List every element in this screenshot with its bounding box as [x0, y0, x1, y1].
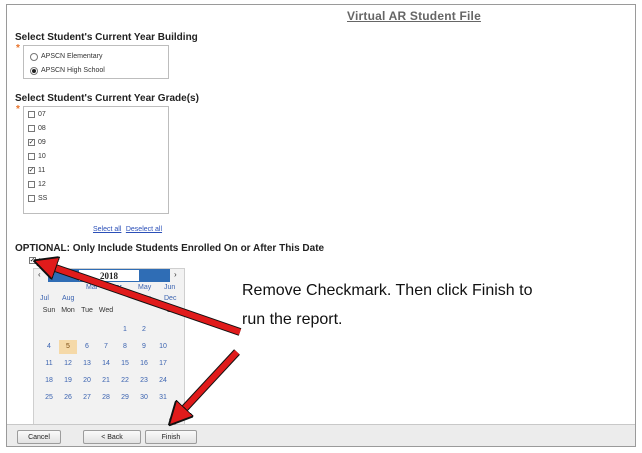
- building-option-label: APSCN Elementary: [41, 53, 103, 60]
- checkbox-icon[interactable]: [28, 181, 35, 188]
- day-cell[interactable]: 13: [78, 360, 96, 367]
- required-star-icon: *: [16, 43, 20, 54]
- day-cell[interactable]: 19: [59, 377, 77, 384]
- day-cell[interactable]: 10: [154, 343, 172, 350]
- grade-label: 11: [38, 167, 46, 174]
- day-cell[interactable]: 6: [78, 343, 96, 350]
- date-calendar: 2018 ‹ › Mar Apr May Jun Jul Aug Nov Dec…: [33, 268, 185, 428]
- deselect-all-link[interactable]: Deselect all: [126, 226, 162, 233]
- day-cell[interactable]: 29: [116, 394, 134, 401]
- weekday-mon: Mon: [61, 307, 75, 314]
- grades-section-label: Select Student's Current Year Grade(s): [15, 93, 199, 104]
- prev-year-icon[interactable]: ‹: [38, 270, 41, 279]
- day-cell[interactable]: 1: [116, 326, 134, 333]
- grade-option-09[interactable]: ✓ 09: [28, 139, 46, 146]
- month-jul[interactable]: Jul: [40, 295, 49, 302]
- month-dec[interactable]: Dec: [164, 295, 176, 302]
- grade-option-08[interactable]: 08: [28, 125, 46, 132]
- day-cell[interactable]: 8: [116, 343, 134, 350]
- day-cell[interactable]: 25: [40, 394, 58, 401]
- grade-label: SS: [38, 195, 48, 202]
- day-cell[interactable]: 4: [40, 343, 58, 350]
- radio-icon[interactable]: [30, 52, 38, 61]
- day-cell[interactable]: 27: [78, 394, 96, 401]
- building-options-box: APSCN Elementary APSCN High School: [23, 45, 169, 79]
- checkbox-checked-icon[interactable]: ✓: [28, 139, 35, 146]
- day-cell[interactable]: 23: [135, 377, 153, 384]
- finish-button[interactable]: Finish: [145, 430, 197, 444]
- report-wizard-window: Virtual AR Student File Select Student's…: [6, 4, 636, 447]
- day-cell[interactable]: 31: [154, 394, 172, 401]
- day-cell[interactable]: 30: [135, 394, 153, 401]
- optional-date-checkbox[interactable]: ✓: [29, 257, 36, 264]
- wizard-footer: Cancel < Back Finish: [7, 424, 635, 446]
- checkbox-icon[interactable]: [28, 111, 35, 118]
- checkbox-icon[interactable]: [28, 125, 35, 132]
- calendar-year[interactable]: 2018: [79, 270, 139, 281]
- day-cell[interactable]: 17: [154, 360, 172, 367]
- month-aug[interactable]: Aug: [62, 295, 74, 302]
- window-title: Virtual AR Student File: [347, 9, 481, 23]
- building-option-elementary[interactable]: APSCN Elementary: [30, 51, 102, 62]
- month-nov[interactable]: Nov: [138, 295, 150, 302]
- building-section-label: Select Student's Current Year Building: [15, 32, 198, 43]
- day-cell[interactable]: 18: [40, 377, 58, 384]
- day-cell[interactable]: 21: [97, 377, 115, 384]
- select-links: Select all Deselect all: [93, 218, 162, 236]
- day-cell[interactable]: 2: [135, 326, 153, 333]
- day-cell[interactable]: 28: [97, 394, 115, 401]
- weekday-wed: Wed: [98, 307, 114, 314]
- grade-option-12[interactable]: 12: [28, 181, 46, 188]
- day-cell[interactable]: 22: [116, 377, 134, 384]
- building-option-high-school[interactable]: APSCN High School: [30, 65, 105, 76]
- next-year-icon[interactable]: ›: [174, 270, 177, 279]
- day-cell[interactable]: 14: [97, 360, 115, 367]
- select-all-link[interactable]: Select all: [93, 226, 121, 233]
- month-may[interactable]: May: [138, 284, 151, 291]
- calendar-header: 2018: [48, 269, 170, 282]
- day-cell[interactable]: 20: [78, 377, 96, 384]
- month-jun[interactable]: Jun: [164, 284, 175, 291]
- weekday-tue: Tue: [81, 307, 93, 314]
- grade-label: 09: [38, 139, 46, 146]
- day-cell[interactable]: 9: [135, 343, 153, 350]
- weekday-sun: Sun: [42, 307, 56, 314]
- day-cell[interactable]: 15: [116, 360, 134, 367]
- day-cell[interactable]: 7: [97, 343, 115, 350]
- grade-label: 08: [38, 125, 46, 132]
- instruction-callout: Remove Checkmark. Then click Finish to r…: [242, 282, 533, 328]
- month-apr[interactable]: Apr: [111, 284, 122, 291]
- day-cell-today[interactable]: 5: [59, 340, 77, 354]
- required-star-icon: *: [16, 104, 20, 115]
- checkbox-icon[interactable]: [28, 153, 35, 160]
- day-cell[interactable]: 11: [40, 360, 58, 367]
- grade-label: 10: [38, 153, 46, 160]
- day-cell[interactable]: 24: [154, 377, 172, 384]
- building-option-label: APSCN High School: [41, 67, 105, 74]
- radio-selected-icon[interactable]: [30, 66, 38, 75]
- grades-options-box: 07 08 ✓ 09 10 ✓ 11 12 SS: [23, 106, 169, 214]
- grade-label: 12: [38, 181, 46, 188]
- day-cell[interactable]: 26: [59, 394, 77, 401]
- back-button[interactable]: < Back: [83, 430, 141, 444]
- optional-date-label: OPTIONAL: Only Include Students Enrolled…: [15, 243, 325, 254]
- cancel-button[interactable]: Cancel: [17, 430, 61, 444]
- grade-option-ss[interactable]: SS: [28, 195, 47, 202]
- day-cell[interactable]: 16: [135, 360, 153, 367]
- checkbox-checked-icon[interactable]: ✓: [28, 167, 35, 174]
- grade-option-10[interactable]: 10: [28, 153, 46, 160]
- checkbox-icon[interactable]: [28, 195, 35, 202]
- grade-label: 07: [38, 111, 46, 118]
- month-mar[interactable]: Mar: [86, 284, 98, 291]
- grade-option-07[interactable]: 07: [28, 111, 46, 118]
- day-cell[interactable]: 12: [59, 360, 77, 367]
- grade-option-11[interactable]: ✓ 11: [28, 167, 45, 174]
- weekday-sat: Sat: [166, 307, 178, 314]
